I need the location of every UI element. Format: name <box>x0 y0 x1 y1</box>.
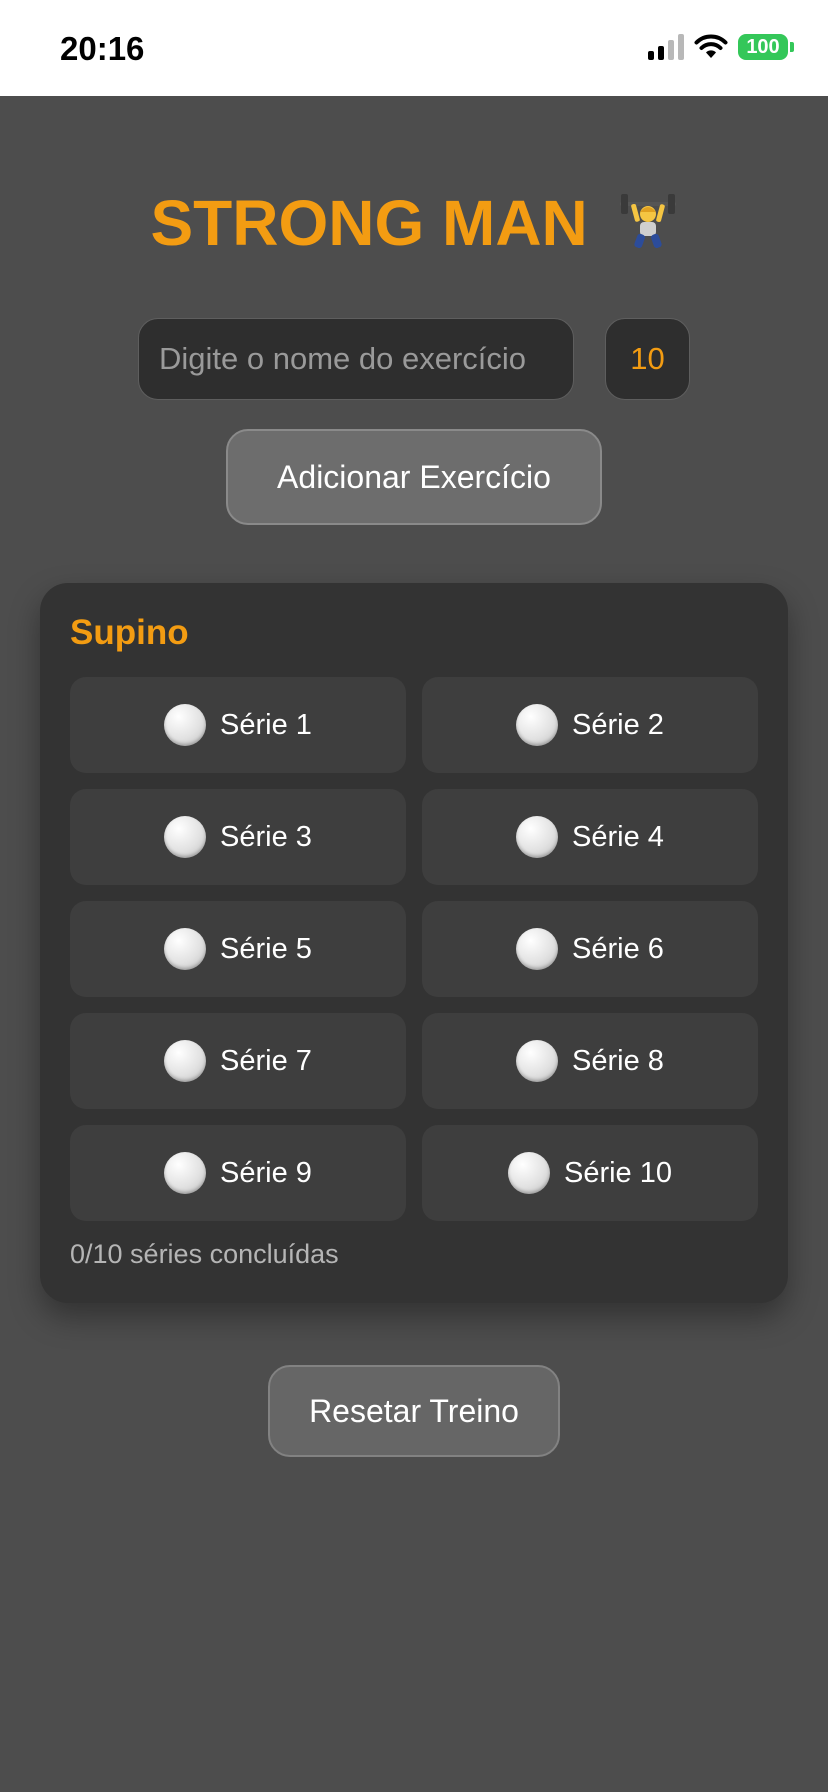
series-progress: 0/10 séries concluídas <box>70 1239 339 1269</box>
series-item-5[interactable]: Série 5 <box>70 901 406 997</box>
app-title-text: STRONG MAN <box>150 187 588 259</box>
series-checkbox[interactable] <box>516 704 559 746</box>
series-checkbox[interactable] <box>164 1040 207 1082</box>
series-label: Série 9 <box>220 1156 312 1189</box>
series-label: Série 6 <box>572 932 664 965</box>
series-label: Série 7 <box>220 1044 312 1077</box>
exercise-title: Supino <box>70 613 189 652</box>
reset-workout-button[interactable]: Resetar Treino <box>268 1365 560 1457</box>
status-time: 20:16 <box>60 30 145 67</box>
series-checkbox[interactable] <box>164 928 207 970</box>
series-item-6[interactable]: Série 6 <box>422 901 758 997</box>
series-grid: Série 1 Série 2 Série 3 Série 4 Série 5 … <box>70 677 758 1221</box>
series-label: Série 10 <box>563 1156 672 1189</box>
weightlifter-icon <box>618 190 678 267</box>
series-item-9[interactable]: Série 9 <box>70 1125 406 1221</box>
wifi-icon <box>694 34 728 58</box>
series-item-3[interactable]: Série 3 <box>70 789 406 885</box>
series-checkbox[interactable] <box>516 1040 559 1082</box>
series-label: Série 4 <box>572 820 664 853</box>
series-count-input[interactable] <box>605 318 690 400</box>
status-icons: 100 <box>648 34 794 60</box>
series-checkbox[interactable] <box>516 928 559 970</box>
signal-icon <box>648 34 684 60</box>
series-item-8[interactable]: Série 8 <box>422 1013 758 1109</box>
series-checkbox[interactable] <box>164 704 207 746</box>
page-title: STRONG MAN <box>0 186 828 267</box>
series-checkbox[interactable] <box>164 816 207 858</box>
series-item-4[interactable]: Série 4 <box>422 789 758 885</box>
exercise-card: Supino Série 1 Série 2 Série 3 Série 4 S… <box>40 583 788 1303</box>
series-label: Série 3 <box>220 820 312 853</box>
series-checkbox[interactable] <box>164 1152 207 1194</box>
series-item-1[interactable]: Série 1 <box>70 677 406 773</box>
battery-icon: 100 <box>738 34 794 60</box>
series-label: Série 8 <box>572 1044 664 1077</box>
series-checkbox[interactable] <box>516 816 559 858</box>
series-label: Série 2 <box>572 708 664 741</box>
series-item-10[interactable]: Série 10 <box>422 1125 758 1221</box>
battery-level: 100 <box>738 34 788 60</box>
exercise-name-input[interactable] <box>138 318 574 400</box>
add-exercise-button[interactable]: Adicionar Exercício <box>226 429 602 525</box>
series-item-7[interactable]: Série 7 <box>70 1013 406 1109</box>
series-checkbox[interactable] <box>507 1152 550 1194</box>
series-item-2[interactable]: Série 2 <box>422 677 758 773</box>
series-label: Série 1 <box>220 708 312 741</box>
series-label: Série 5 <box>220 932 312 965</box>
status-bar: 20:16 100 <box>0 0 828 96</box>
